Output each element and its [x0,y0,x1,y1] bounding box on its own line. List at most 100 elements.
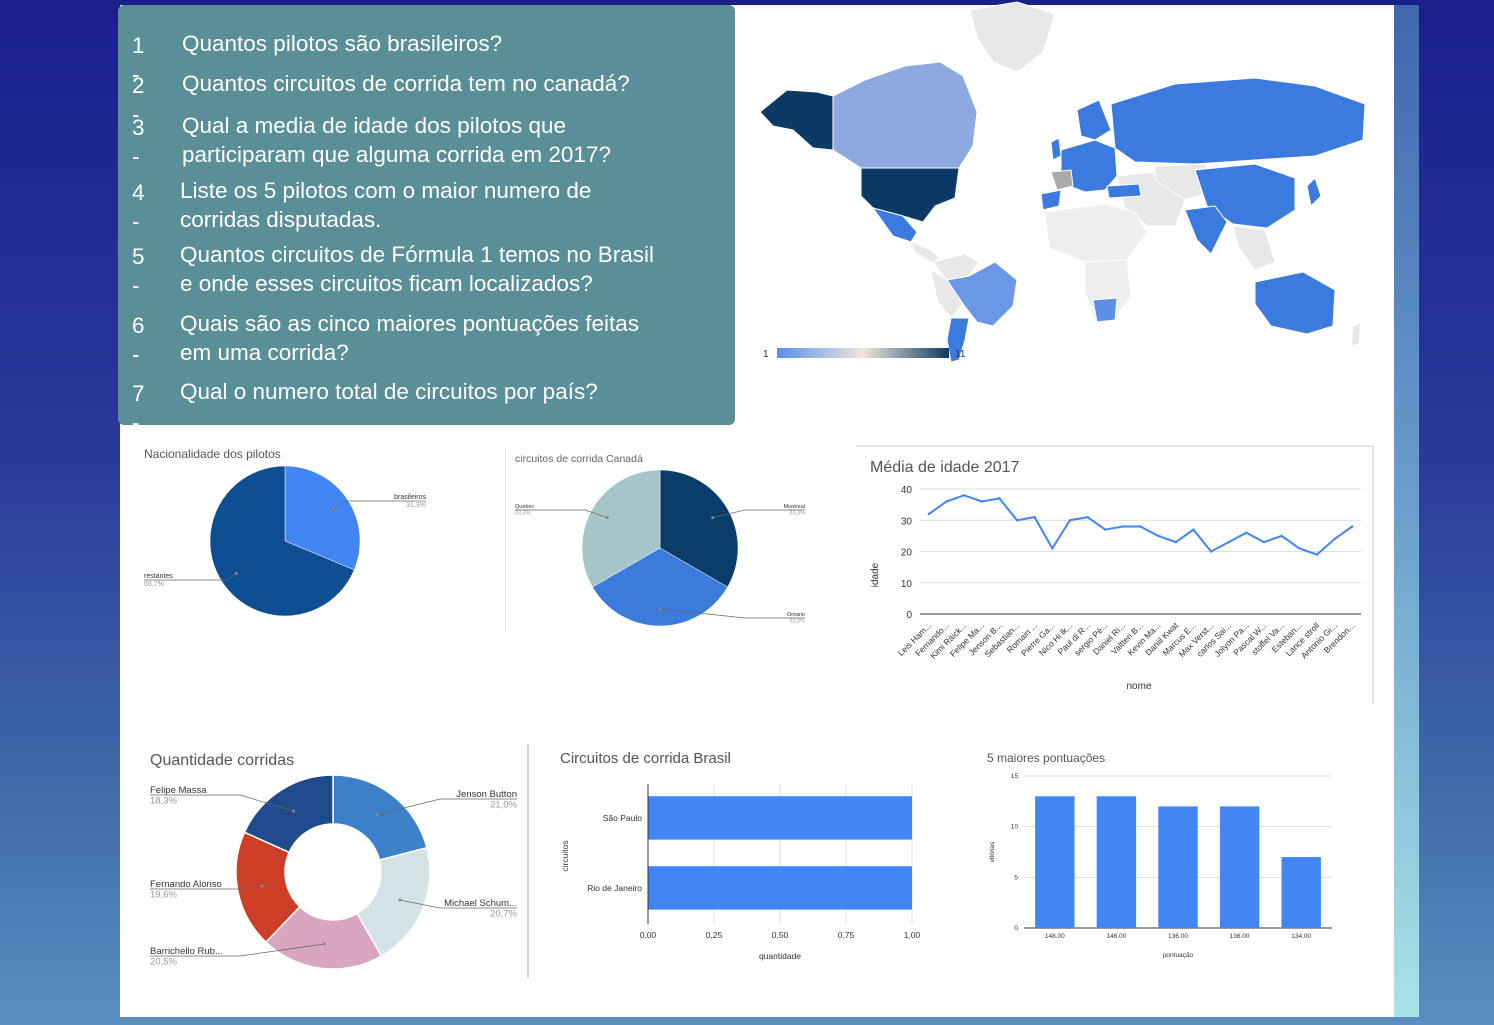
data-point [1315,553,1319,556]
data-point [1350,525,1354,528]
data-point [1333,537,1336,541]
slice-leader-dot [234,571,238,575]
y-tick-label: 0 [906,610,912,621]
bar [648,796,912,840]
data-point [1104,528,1107,531]
question-text: Quantos pilotos são brasileiros? [182,31,503,56]
x-tick-label: 136.00 [1230,933,1250,940]
x-tick-label: 134.00 [1291,933,1311,940]
bar [1219,806,1260,928]
data-point [1209,550,1213,553]
map-country-india [1184,205,1228,255]
slice-leader-dot [398,898,402,902]
data-point [1139,525,1142,528]
map-country-uk [1050,137,1062,161]
slice-leader-dot [375,813,379,817]
chart-title: 5 maiores pontuações [987,751,1105,765]
slice-leader-dot [292,809,296,813]
slice-label: Michael Schum... [444,898,517,909]
data-point [1245,531,1248,534]
series-line [928,494,1353,556]
data-point [962,494,966,497]
y-tick-label: 40 [901,485,913,496]
data-point [1298,547,1301,550]
data-point [1262,540,1266,544]
slice-label: Jenson Button [456,789,517,800]
map-country-russia [1110,77,1366,165]
question-text: Liste os 5 pilotos com o maior numero de… [180,178,592,232]
question-text: Qual o numero total de circuitos por paí… [180,379,598,404]
question-text: Quantos circuitos de corrida tem no cana… [182,71,630,96]
map-country-usa [860,167,960,223]
y-tick-label: 10 [901,579,913,590]
chart-title: Quantidade corridas [150,752,294,769]
chart-corridas: Quantidade corridas Jenson Button21,0% Mi… [150,744,529,978]
slice-label: Quebec [515,504,535,510]
data-point [998,497,1001,500]
right-gradient-strip [1394,5,1419,1017]
chart-title: Média de idade 2017 [870,459,1020,476]
map-country-iberia [1040,189,1062,211]
y-tick-label: 0 [1014,925,1018,932]
slice-percent: 19,6% [150,890,177,901]
data-point [980,500,983,503]
data-point [945,500,948,503]
map-country-alaska [759,89,834,151]
data-point [927,512,931,516]
question-number: 7 - [132,381,145,435]
question-text: Quantos circuitos de Fórmula 1 temos no … [180,242,654,296]
slice-percent: 33,3% [515,511,531,517]
slice-percent: 18,3% [150,796,177,807]
map-country-australia [1254,271,1336,335]
data-point [1156,534,1160,538]
x-tick-label: 0,00 [640,930,657,940]
data-point [1227,540,1230,544]
question-number: 5 - [132,244,145,298]
chart-brasil: Circuitos de corrida Brasil quantidade c… [560,750,921,961]
y-tick-label: 30 [901,516,913,527]
slice-percent: 20,5% [150,957,177,968]
slice-leader-dot [605,516,609,520]
map-country-scandinavia [1076,99,1112,141]
chart-title: Nacionalidade dos pilotos [144,447,281,461]
data-point [1280,534,1283,538]
bar [1158,806,1198,928]
map-legend-min: 1 [763,349,769,360]
chart-canada: circuitos de corrida Canadá Montreal33,3… [505,448,805,632]
question-number: 6 - [132,313,145,367]
chart-title: Circuitos de corrida Brasil [560,750,731,767]
map-country-france [1050,169,1074,191]
slice-percent: 33,3% [789,511,805,517]
map-country-turkey [1106,183,1142,199]
slice-label: Ontario [787,612,805,618]
slice-percent: 33,3% [789,619,805,625]
x-axis-label: pontuação [1163,952,1194,959]
data-point [1121,525,1125,528]
slice-leader-dot [260,884,264,888]
map-country-canada [832,61,978,169]
x-tick-label: 148.00 [1045,933,1065,940]
data-point [1174,540,1177,544]
chart-title: circuitos de corrida Canadá [515,453,643,465]
map-legend-gradient [777,348,949,358]
slice-percent: 20,7% [490,909,517,920]
map-country-southeast-asia [1232,225,1276,271]
map-country-greenland [969,1,1056,73]
pie-slice [332,774,428,861]
x-tick-label: 0,25 [706,930,723,940]
bar [648,866,912,910]
slice-leader-dot [322,942,326,946]
data-point [1033,515,1036,519]
question-number: 4 - [132,180,145,234]
map-legend-max: 11 [955,349,966,360]
map-country-central-america [910,241,940,265]
slice-label: Fernando Alonso [150,879,222,890]
slice-percent: 21,0% [490,800,517,811]
y-axis-label: idade [870,562,881,587]
data-point [1015,519,1019,522]
slice-leader-dot [658,607,662,611]
y-tick-label: 5 [1014,874,1018,881]
slice-leader-dot [332,507,336,511]
y-tick-label: Rio de Janeiro [587,883,642,893]
chart-idade: Média de idade 2017 nome idade 0 10 20 30 40… [856,445,1374,704]
